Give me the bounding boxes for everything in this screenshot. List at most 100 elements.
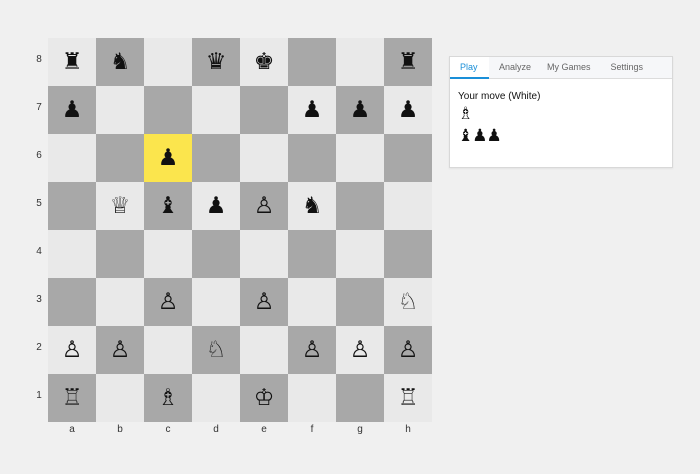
- square-a1[interactable]: ♖: [48, 374, 96, 422]
- square-f6[interactable]: [288, 134, 336, 182]
- white-bishop-icon[interactable]: ♗: [158, 386, 179, 410]
- white-pawn-icon[interactable]: ♙: [398, 338, 419, 362]
- square-d4[interactable]: [192, 230, 240, 278]
- square-e1[interactable]: ♔: [240, 374, 288, 422]
- black-knight-icon[interactable]: ♞: [302, 194, 323, 218]
- square-b3[interactable]: [96, 278, 144, 326]
- square-g5[interactable]: [336, 182, 384, 230]
- black-knight-icon[interactable]: ♞: [110, 50, 131, 74]
- white-pawn-icon[interactable]: ♙: [254, 290, 275, 314]
- square-f1[interactable]: [288, 374, 336, 422]
- square-a5[interactable]: [48, 182, 96, 230]
- square-a4[interactable]: [48, 230, 96, 278]
- square-b8[interactable]: ♞: [96, 38, 144, 86]
- black-pawn-icon[interactable]: ♟: [158, 146, 179, 170]
- square-d3[interactable]: [192, 278, 240, 326]
- black-pawn-icon[interactable]: ♟: [398, 98, 419, 122]
- square-b7[interactable]: [96, 86, 144, 134]
- black-pawn-icon[interactable]: ♟: [206, 194, 227, 218]
- square-e3[interactable]: ♙: [240, 278, 288, 326]
- white-rook-icon[interactable]: ♖: [62, 386, 83, 410]
- square-g4[interactable]: [336, 230, 384, 278]
- square-e6[interactable]: [240, 134, 288, 182]
- white-knight-icon[interactable]: ♘: [398, 290, 419, 314]
- white-pawn-icon[interactable]: ♙: [158, 290, 179, 314]
- square-d8[interactable]: ♛: [192, 38, 240, 86]
- square-e5[interactable]: ♙: [240, 182, 288, 230]
- square-d2[interactable]: ♘: [192, 326, 240, 374]
- square-f3[interactable]: [288, 278, 336, 326]
- white-rook-icon[interactable]: ♖: [398, 386, 419, 410]
- square-c7[interactable]: [144, 86, 192, 134]
- square-h1[interactable]: ♖: [384, 374, 432, 422]
- white-knight-icon[interactable]: ♘: [206, 338, 227, 362]
- square-a6[interactable]: [48, 134, 96, 182]
- square-b2[interactable]: ♙: [96, 326, 144, 374]
- black-pawn-icon[interactable]: ♟: [302, 98, 323, 122]
- square-f4[interactable]: [288, 230, 336, 278]
- black-queen-icon[interactable]: ♛: [206, 50, 227, 74]
- tab-settings[interactable]: Settings: [601, 57, 654, 78]
- square-c4[interactable]: [144, 230, 192, 278]
- white-pawn-icon[interactable]: ♙: [62, 338, 83, 362]
- square-c2[interactable]: [144, 326, 192, 374]
- square-a8[interactable]: ♜: [48, 38, 96, 86]
- square-e2[interactable]: [240, 326, 288, 374]
- black-pawn-icon[interactable]: ♟: [350, 98, 371, 122]
- black-pawn-icon[interactable]: ♟: [62, 98, 83, 122]
- square-a2[interactable]: ♙: [48, 326, 96, 374]
- square-d7[interactable]: [192, 86, 240, 134]
- square-h3[interactable]: ♘: [384, 278, 432, 326]
- square-e4[interactable]: [240, 230, 288, 278]
- black-rook-icon[interactable]: ♜: [398, 50, 419, 74]
- white-pawn-icon[interactable]: ♙: [110, 338, 131, 362]
- square-c8[interactable]: [144, 38, 192, 86]
- square-h7[interactable]: ♟: [384, 86, 432, 134]
- square-g2[interactable]: ♙: [336, 326, 384, 374]
- square-b6[interactable]: [96, 134, 144, 182]
- square-b5[interactable]: ♕: [96, 182, 144, 230]
- square-g1[interactable]: [336, 374, 384, 422]
- square-c5[interactable]: ♝: [144, 182, 192, 230]
- square-f2[interactable]: ♙: [288, 326, 336, 374]
- black-rook-icon[interactable]: ♜: [62, 50, 83, 74]
- tab-play[interactable]: Play: [450, 57, 489, 79]
- white-queen-icon[interactable]: ♕: [110, 194, 131, 218]
- square-b1[interactable]: [96, 374, 144, 422]
- white-king-icon[interactable]: ♔: [254, 386, 275, 410]
- square-d5[interactable]: ♟: [192, 182, 240, 230]
- square-g8[interactable]: [336, 38, 384, 86]
- square-h2[interactable]: ♙: [384, 326, 432, 374]
- square-h4[interactable]: [384, 230, 432, 278]
- square-g6[interactable]: [336, 134, 384, 182]
- black-bishop-icon[interactable]: ♝: [158, 194, 179, 218]
- square-h8[interactable]: ♜: [384, 38, 432, 86]
- square-c3[interactable]: ♙: [144, 278, 192, 326]
- white-pawn-icon[interactable]: ♙: [254, 194, 275, 218]
- file-labels: a b c d e f g h: [48, 422, 432, 435]
- rank-label: 4: [36, 246, 42, 257]
- square-a7[interactable]: ♟: [48, 86, 96, 134]
- square-e7[interactable]: [240, 86, 288, 134]
- square-d6[interactable]: [192, 134, 240, 182]
- black-king-icon[interactable]: ♚: [254, 50, 275, 74]
- tab-my-games[interactable]: My Games: [537, 57, 601, 78]
- square-h6[interactable]: [384, 134, 432, 182]
- file-label: f: [310, 424, 314, 435]
- square-g3[interactable]: [336, 278, 384, 326]
- chessboard[interactable]: ♜ ♞ ♛ ♚ ♜ ♟ ♟ ♟ ♟ ♟ ♕ ♝ ♟ ♙ ♞ ♙ ♙ ♘ ♙ ♙ ♘ ♙ ♙ ♙ ♖ ♗ ♔ ♖: [48, 38, 432, 422]
- square-b4[interactable]: [96, 230, 144, 278]
- square-e8[interactable]: ♚: [240, 38, 288, 86]
- square-f7[interactable]: ♟: [288, 86, 336, 134]
- square-c1[interactable]: ♗: [144, 374, 192, 422]
- square-f5[interactable]: ♞: [288, 182, 336, 230]
- square-d1[interactable]: [192, 374, 240, 422]
- square-c6[interactable]: ♟: [144, 134, 192, 182]
- square-f8[interactable]: [288, 38, 336, 86]
- tab-analyze[interactable]: Analyze: [489, 57, 537, 78]
- white-pawn-icon[interactable]: ♙: [350, 338, 371, 362]
- square-a3[interactable]: [48, 278, 96, 326]
- white-pawn-icon[interactable]: ♙: [302, 338, 323, 362]
- square-g7[interactable]: ♟: [336, 86, 384, 134]
- square-h5[interactable]: [384, 182, 432, 230]
